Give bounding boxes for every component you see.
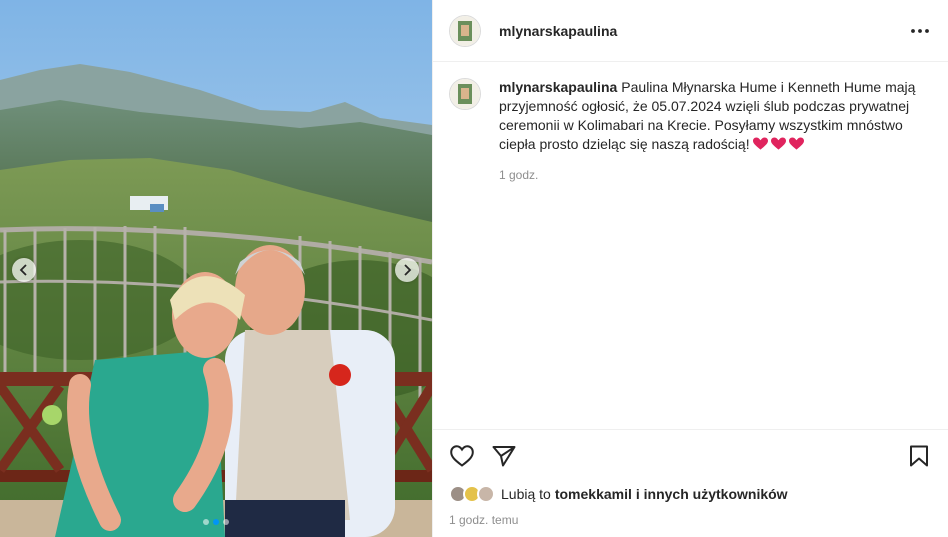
paper-plane-icon (492, 445, 516, 466)
post-media[interactable] (0, 0, 432, 537)
post-side-panel: mlynarskapaulina mlynarskapaulina Paulina… (432, 0, 948, 537)
profile-avatar[interactable] (449, 14, 481, 47)
caption: mlynarskapaulina Paulina Młynarska Hume i… (449, 78, 932, 185)
post-timestamp: 1 godz. temu (449, 513, 519, 527)
likes-summary: Lubią to tomekkamil i innych użytkownikó… (433, 481, 948, 507)
carousel-dot (223, 519, 229, 525)
wedding-photo (0, 0, 432, 537)
heart-emojis (753, 137, 805, 151)
likes-prefix: Lubią to (501, 486, 551, 502)
save-button[interactable] (906, 443, 932, 469)
carousel-next-button[interactable] (395, 258, 419, 282)
caption-avatar[interactable] (449, 78, 481, 110)
chevron-right-icon (404, 264, 412, 276)
likes-username[interactable]: tomekkamil (555, 486, 632, 502)
red-heart-icon (753, 137, 769, 150)
like-button[interactable] (449, 443, 475, 469)
action-bar (433, 429, 948, 481)
share-button[interactable] (491, 443, 517, 469)
chevron-left-icon (19, 264, 27, 276)
liker-avatars[interactable] (449, 485, 495, 503)
carousel-prev-button[interactable] (12, 258, 36, 282)
post-header: mlynarskapaulina (433, 0, 948, 62)
carousel-dot-active (213, 519, 219, 525)
more-options-button[interactable] (908, 19, 932, 43)
carousel-indicator (203, 519, 229, 525)
likes-suffix[interactable]: i innych użytkowników (636, 486, 788, 502)
more-options-icon (911, 28, 929, 33)
caption-timestamp: 1 godz. (499, 168, 539, 182)
liker-avatar (477, 485, 495, 503)
red-heart-icon (789, 137, 805, 150)
bookmark-icon (910, 445, 928, 466)
instagram-post: mlynarskapaulina mlynarskapaulina Paulina… (0, 0, 948, 537)
carousel-dot (203, 519, 209, 525)
caption-body: mlynarskapaulina Paulina Młynarska Hume i… (499, 78, 919, 185)
header-username[interactable]: mlynarskapaulina (499, 23, 617, 39)
caption-username[interactable]: mlynarskapaulina (499, 79, 617, 95)
comments-section: mlynarskapaulina Paulina Młynarska Hume i… (433, 62, 948, 429)
heart-icon (450, 444, 474, 467)
red-heart-icon (771, 137, 787, 150)
